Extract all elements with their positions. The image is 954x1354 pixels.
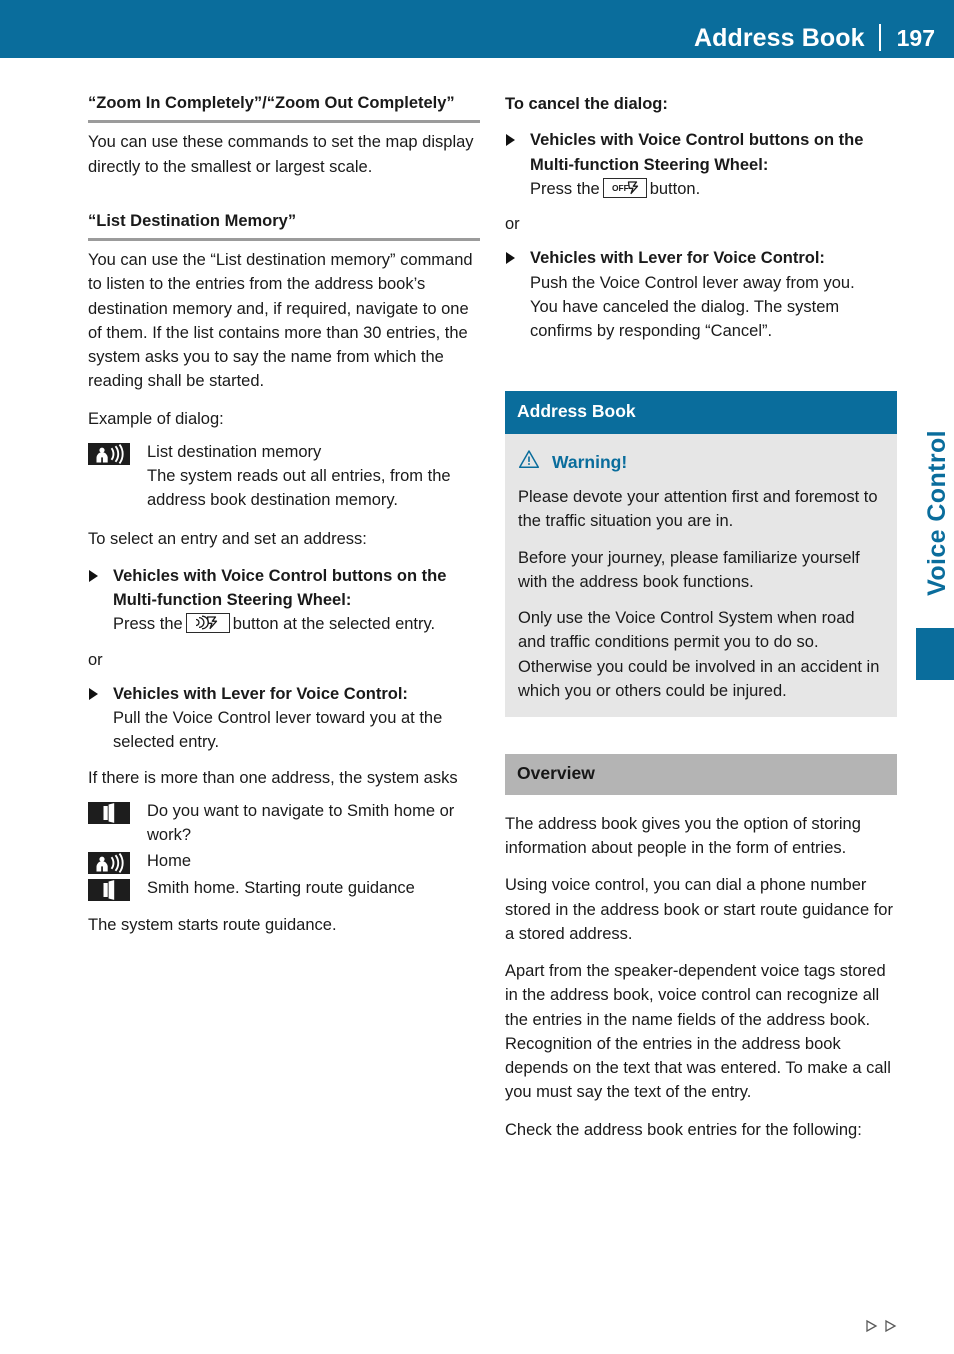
warning-paragraph-1: Please devote your attention first and f… xyxy=(518,488,878,531)
bullet-vehicles-lever: Vehicles with Lever for Voice Control: P… xyxy=(505,246,897,343)
warning-header: Warning! xyxy=(518,449,884,476)
dialog-row: Smith home. Starting route guidance xyxy=(88,876,480,902)
bullet-body: Press the OFF button. xyxy=(530,177,897,201)
bullet-vehicles-voice-control-buttons: Vehicles with Voice Control buttons on t… xyxy=(505,128,897,201)
overview-paragraph-4: Check the address book entries for the f… xyxy=(505,1120,862,1139)
bullet-body-before: Press the xyxy=(113,615,183,634)
bullet-body-line-2: You have canceled the dialog. The system… xyxy=(530,297,840,340)
warning-label: Warning! xyxy=(552,451,628,472)
dialog-text: Home xyxy=(147,852,192,871)
system-speaker-icon xyxy=(88,879,130,902)
warning-paragraph-3: Only use the Voice Control System when r… xyxy=(518,609,880,700)
overview-paragraph-2: Using voice control, you can dial a phon… xyxy=(505,876,893,943)
heading-list-destination-memory: “List Destination Memory” xyxy=(88,210,480,242)
bullet-body: Press the button at the selected entry. xyxy=(113,612,480,636)
triangle-right-icon xyxy=(885,1319,897,1333)
dialog-row: Home xyxy=(88,849,480,875)
voice-off-button-icon: OFF xyxy=(602,177,647,198)
paragraph-starts-route-guidance: The system starts route guidance. xyxy=(88,916,337,935)
bullet-triangle-icon xyxy=(506,134,515,147)
heading-zoom-completely: “Zoom In Completely”/“Zoom Out Completel… xyxy=(88,92,480,124)
continuation-marker xyxy=(864,1318,898,1334)
bullet-vehicles-lever: Vehicles with Lever for Voice Control: P… xyxy=(88,682,480,755)
bullet-triangle-icon xyxy=(506,252,515,265)
dialog-text: Smith home. Starting route guidance xyxy=(147,879,415,898)
dialog-row: Do you want to navigate to Smith home or… xyxy=(88,799,480,848)
dialog-line-1: List destination memory xyxy=(147,442,322,461)
bullet-body-after: button. xyxy=(649,179,701,198)
paragraph-more-than-one-address: If there is more than one address, the s… xyxy=(88,768,458,787)
dialog-text: Do you want to navigate to Smith home or… xyxy=(147,801,455,845)
section-title-overview: Overview xyxy=(505,754,897,795)
warning-box: Warning! Please devote your attention fi… xyxy=(505,433,897,718)
page-title: Address Book xyxy=(693,24,865,52)
heading-to-cancel-dialog: To cancel the dialog: xyxy=(505,95,668,113)
svg-text:OFF: OFF xyxy=(612,183,629,193)
bullet-title: Vehicles with Voice Control buttons on t… xyxy=(113,566,447,610)
section-title-address-book: Address Book xyxy=(505,391,897,434)
system-speaker-icon xyxy=(88,801,130,824)
user-speaking-icon xyxy=(88,852,130,875)
overview-paragraph-3: Apart from the speaker-dependent voice t… xyxy=(505,962,891,1102)
bullet-body-after: button at the selected entry. xyxy=(232,615,436,634)
paragraph-select-entry: To select an entry and set an address: xyxy=(88,529,367,548)
dialog-row: List destination memory The system reads… xyxy=(88,440,480,513)
paragraph-list-destination-memory: You can use the “List destination memory… xyxy=(88,251,473,391)
dialog-text: List destination memory The system reads… xyxy=(147,440,480,513)
side-tab-marker xyxy=(916,628,954,680)
right-column: To cancel the dialog: Vehicles with Voic… xyxy=(505,92,897,1155)
bullet-body: Pull the Voice Control lever toward you … xyxy=(113,709,443,752)
bullet-body-line-1: Push the Voice Control lever away from y… xyxy=(530,273,855,292)
paragraph-zoom-description: You can use these commands to set the ma… xyxy=(88,133,474,176)
or-separator: or xyxy=(505,215,520,233)
page-header: Address Book 197 xyxy=(0,0,954,58)
warning-paragraph-2: Before your journey, please familiarize … xyxy=(518,548,860,591)
paragraph-example-of-dialog: Example of dialog: xyxy=(88,409,224,428)
bullet-title: Vehicles with Lever for Voice Control: xyxy=(113,684,408,703)
page-number: 197 xyxy=(896,25,935,51)
left-column: “Zoom In Completely”/“Zoom Out Completel… xyxy=(88,92,480,951)
dialog-line-2: The system reads out all entries, from t… xyxy=(147,467,451,510)
page-header-content: Address Book 197 xyxy=(694,24,954,53)
bullet-title: Vehicles with Lever for Voice Control: xyxy=(530,249,825,268)
bullet-triangle-icon xyxy=(89,687,98,700)
overview-paragraph-1: The address book gives you the option of… xyxy=(505,814,861,858)
bullet-vehicles-voice-control-buttons: Vehicles with Voice Control buttons on t… xyxy=(88,564,480,637)
side-tab-label: Voice Control xyxy=(923,430,951,596)
user-speaking-icon xyxy=(88,442,130,465)
bullet-triangle-icon xyxy=(89,569,98,582)
triangle-right-icon xyxy=(866,1319,878,1333)
warning-triangle-icon xyxy=(518,449,540,476)
bullet-title: Vehicles with Voice Control buttons on t… xyxy=(530,131,864,174)
voice-talk-button-icon xyxy=(185,613,230,634)
or-separator: or xyxy=(88,650,103,669)
bullet-body-before: Press the xyxy=(530,179,600,198)
